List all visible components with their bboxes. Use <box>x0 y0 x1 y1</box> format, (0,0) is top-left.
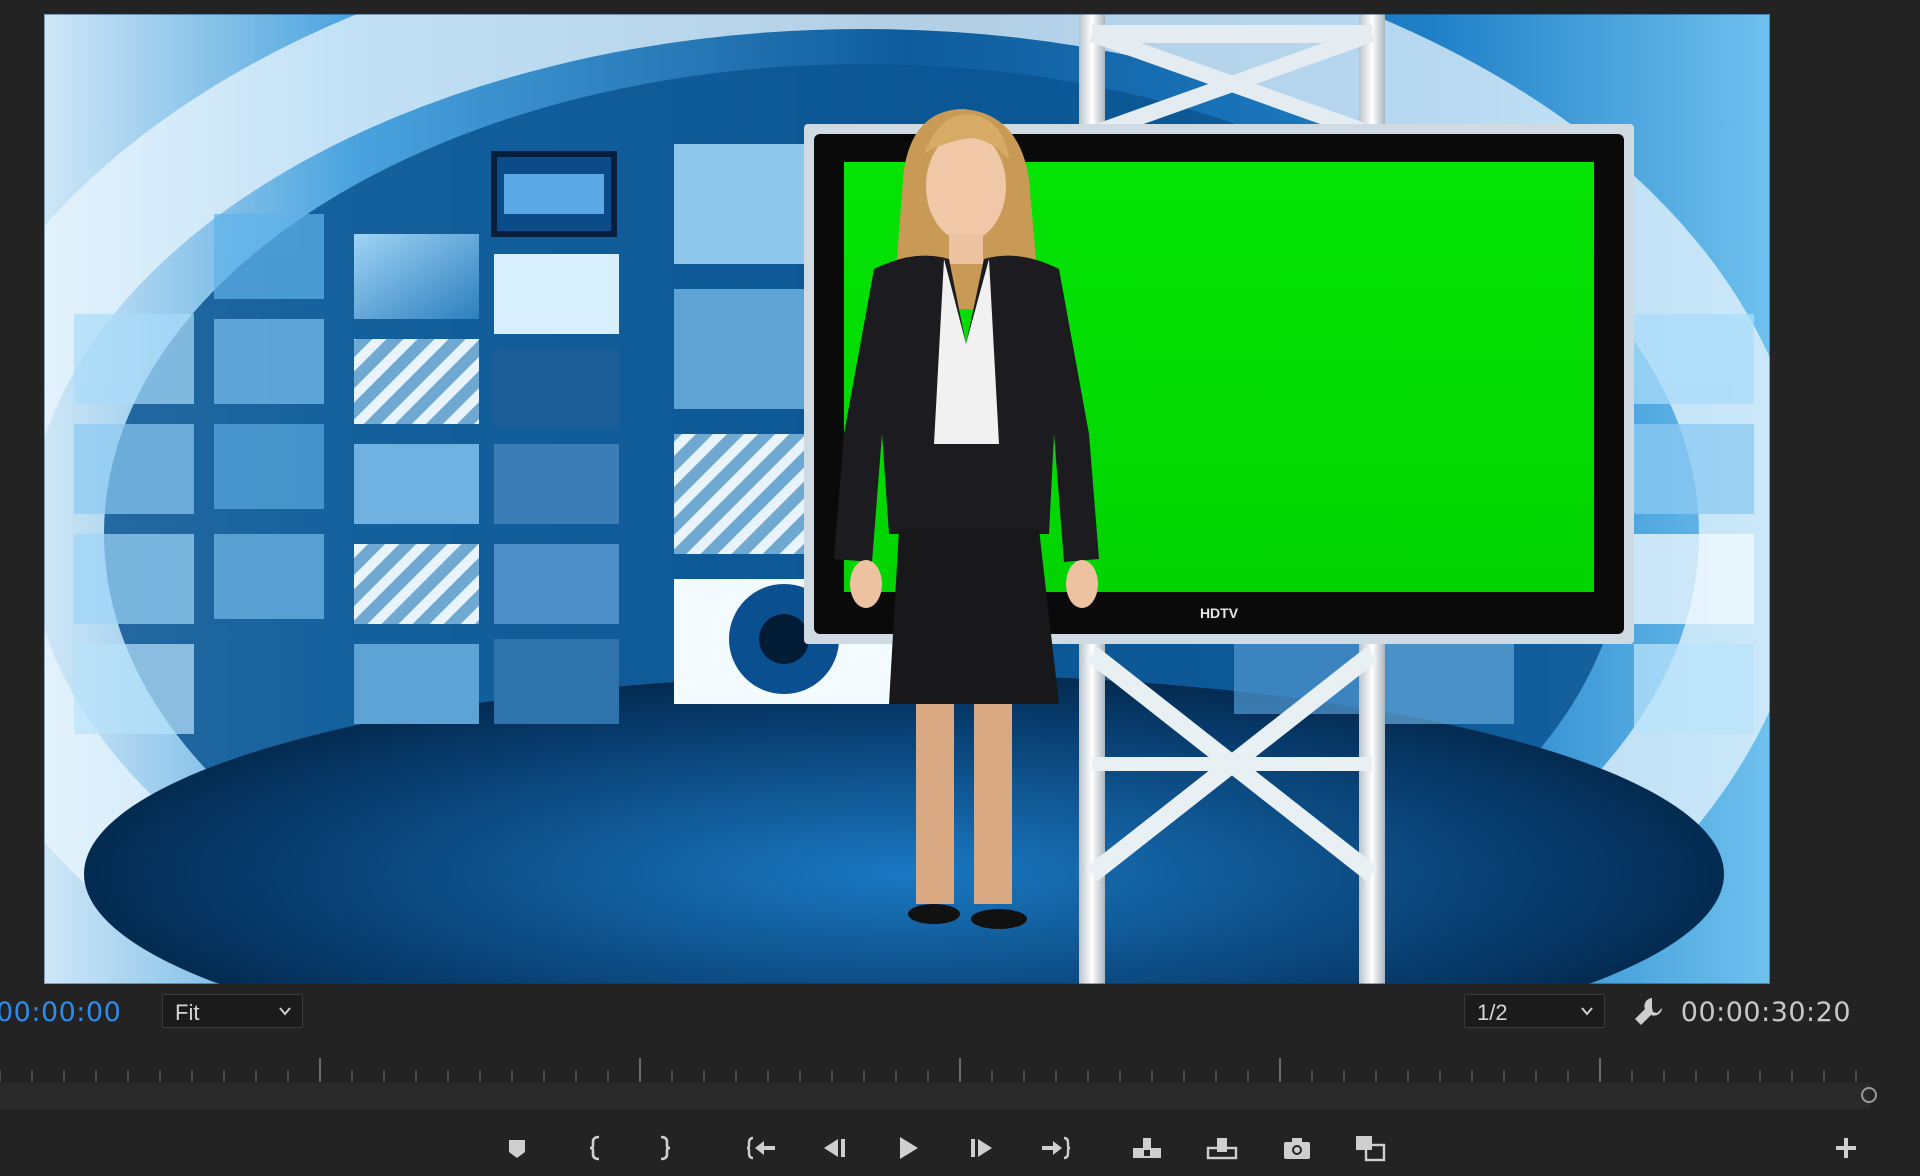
go-to-out-icon <box>1042 1136 1071 1160</box>
program-monitor: HDTV 00:00:00 Fit 1/2 00:00:30:20 <box>0 0 1920 1176</box>
zoom-scroll-bar[interactable] <box>0 1083 1870 1109</box>
studio-scene-image: HDTV <box>44 14 1770 984</box>
zoom-level-dropdown[interactable]: Fit <box>162 994 303 1028</box>
step-forward-icon <box>971 1139 992 1157</box>
chevron-down-icon <box>279 1007 291 1016</box>
playback-resolution-dropdown[interactable]: 1/2 <box>1464 994 1605 1028</box>
play-button[interactable] <box>888 1128 928 1168</box>
time-ruler[interactable] <box>0 1054 1920 1084</box>
insert-button[interactable] <box>1127 1128 1167 1168</box>
add-marker-button[interactable] <box>497 1128 537 1168</box>
export-frame-icon <box>1284 1138 1310 1159</box>
button-editor-add-button[interactable] <box>1826 1128 1866 1168</box>
comparison-view-button[interactable] <box>1350 1128 1390 1168</box>
go-to-out-button[interactable] <box>1036 1128 1076 1168</box>
insert-icon <box>1133 1138 1161 1158</box>
overwrite-button[interactable] <box>1202 1128 1242 1168</box>
export-frame-button[interactable] <box>1277 1128 1317 1168</box>
mark-out-button[interactable] <box>644 1128 684 1168</box>
mark-out-icon <box>660 1135 671 1161</box>
playback-resolution-value: 1/2 <box>1477 1000 1508 1025</box>
tv-label: HDTV <box>1200 605 1239 621</box>
zoom-level-value: Fit <box>175 1000 200 1025</box>
go-to-in-icon <box>746 1136 775 1160</box>
video-frame[interactable]: HDTV <box>44 14 1770 984</box>
overwrite-icon <box>1206 1138 1238 1160</box>
duration-timecode: 00:00:30:20 <box>1680 997 1851 1028</box>
wrench-icon[interactable] <box>1630 994 1666 1030</box>
chevron-down-icon <box>1581 1007 1593 1016</box>
play-icon <box>900 1137 918 1159</box>
current-timecode[interactable]: 00:00:00 <box>0 997 121 1028</box>
step-forward-button[interactable] <box>962 1128 1002 1168</box>
comparison-view-icon <box>1356 1136 1386 1162</box>
step-back-button[interactable] <box>814 1128 854 1168</box>
zoom-scroll-handle[interactable] <box>1861 1087 1877 1103</box>
add-button-icon <box>1836 1138 1856 1158</box>
mark-in-button[interactable] <box>576 1128 616 1168</box>
step-back-icon <box>824 1139 845 1157</box>
go-to-in-button[interactable] <box>741 1128 781 1168</box>
mark-in-icon <box>589 1135 600 1161</box>
marker-icon <box>509 1140 525 1158</box>
